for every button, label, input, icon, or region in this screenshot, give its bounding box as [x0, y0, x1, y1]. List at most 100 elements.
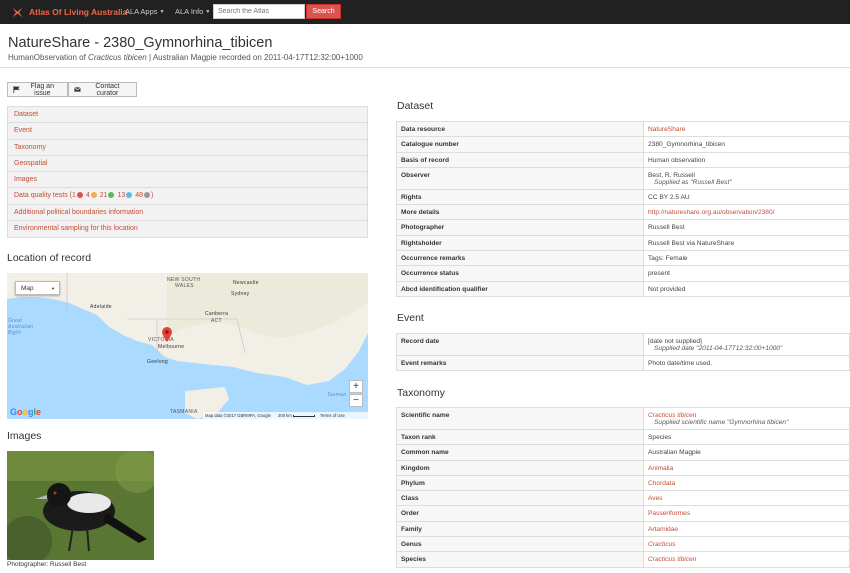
zoom-in-button[interactable]: + — [349, 380, 363, 393]
row-value: Tags: Female — [643, 250, 850, 267]
zoom-out-button[interactable]: − — [349, 394, 363, 407]
row-value: Photo date/time used. — [643, 354, 850, 372]
row-label: Photographer — [396, 219, 644, 236]
caret-down-icon: ▼ — [205, 9, 211, 16]
brand-name: Atlas Of Living Australia — [29, 7, 128, 17]
table-row: Basis of record Human observation — [396, 151, 850, 168]
row-label: Phylum — [396, 474, 644, 492]
row-value: Russell Best via NatureShare — [643, 234, 850, 252]
google-logo: Google — [10, 407, 42, 417]
taxonomy-heading: Taxonomy — [397, 387, 445, 399]
map-terms-link[interactable]: Terms of Use — [320, 413, 345, 418]
nav-taxonomy[interactable]: Taxonomy — [8, 140, 367, 156]
kingdom-link[interactable]: Animalia — [648, 465, 673, 472]
order-link[interactable]: Passeriformes — [648, 510, 690, 517]
row-label: Data resource — [396, 120, 644, 138]
dq-warning-count: 4 — [85, 192, 90, 200]
map-attribution: Map data ©2017 GBRMPA, Google 200 km Ter… — [203, 412, 368, 419]
map-label-newcastle: Newcastle — [233, 280, 259, 286]
table-row: Kingdom Animalia — [396, 459, 850, 476]
table-row: Rightsholder Russell Best via NatureShare — [396, 234, 850, 252]
phylum-link[interactable]: Chordata — [648, 480, 675, 487]
row-label: Rights — [396, 188, 644, 206]
row-label: Observer — [396, 166, 644, 190]
row-value: [date not supplied] — [648, 338, 702, 345]
map-label-wales: WALES — [175, 283, 194, 289]
dq-pass-count: 21 — [99, 192, 108, 200]
genus-link[interactable]: Cracticus — [648, 541, 675, 548]
map-label-tasman: Tasman — [327, 392, 347, 398]
table-row: Record date [date not supplied] Supplied d… — [396, 333, 850, 356]
nav-environmental-sampling[interactable]: Environmental sampling for this location — [8, 221, 367, 237]
subtitle-species: Cracticus tibicen — [88, 53, 147, 62]
nav-data-quality[interactable]: Data quality tests (1 4 21 13 48) — [8, 188, 367, 205]
nav-images[interactable]: Images — [8, 172, 367, 189]
ala-info-label: ALA Info — [175, 7, 204, 16]
table-row: Occurrence remarks Tags: Female — [396, 250, 850, 267]
map-scale: 200 km — [278, 413, 292, 418]
row-value: 2380_Gymnorhina_tibicen — [643, 136, 850, 153]
species-link[interactable]: Cracticus tibicen — [648, 556, 696, 563]
row-value: Human observation — [643, 151, 850, 168]
row-label: Order — [396, 505, 644, 522]
row-value: Australian Magpie — [643, 444, 850, 461]
top-navbar: Atlas Of Living Australia ALA Apps ▼ ALA … — [0, 0, 850, 24]
row-label: Scientific name — [396, 407, 644, 430]
map-label-sydney: Sydney — [231, 291, 250, 297]
map-type-select[interactable]: Map ▼ — [15, 281, 60, 295]
nav-dataset[interactable]: Dataset — [8, 107, 367, 124]
table-row: Common name Australian Magpie — [396, 444, 850, 461]
section-nav: Dataset Event Taxonomy Geospatial Images… — [7, 106, 368, 239]
map-label-melbourne: Melbourne — [158, 344, 185, 350]
table-row: Taxon rank Species — [396, 428, 850, 446]
table-row: Scientific name Cracticus tibicen Supplied… — [396, 407, 850, 430]
dq-fail-count: 1 — [71, 192, 76, 200]
search-button[interactable]: Search — [306, 4, 341, 19]
dq-warning-icon — [90, 192, 97, 199]
table-row: Observer Best, R. Russell Supplied as "Rus… — [396, 166, 850, 190]
search-input[interactable] — [213, 4, 305, 19]
caret-down-icon: ▼ — [51, 286, 55, 291]
dq-fail-icon — [76, 192, 83, 199]
row-label: Rightsholder — [396, 234, 644, 252]
dataset-heading: Dataset — [397, 100, 434, 112]
scientific-name-link[interactable]: Cracticus tibicen — [648, 412, 696, 419]
dq-close: ) — [150, 192, 154, 200]
table-row: Occurrence status present — [396, 265, 850, 282]
table-row: Data resource NatureShare — [396, 120, 850, 138]
location-marker-icon[interactable] — [162, 327, 172, 342]
flag-issue-button[interactable]: Flag an issue — [7, 82, 68, 97]
brand-logo-link[interactable]: Atlas Of Living Australia — [11, 4, 127, 20]
event-heading: Event — [397, 312, 424, 324]
scale-bar — [292, 414, 315, 417]
data-resource-link[interactable]: NatureShare — [648, 126, 685, 133]
row-label: Family — [396, 520, 644, 538]
dq-missing-count: 13 — [117, 192, 126, 200]
more-details-link[interactable]: http://natureshare.org.au/observation/23… — [648, 209, 774, 216]
images-heading: Images — [7, 430, 42, 442]
map-label-tasmania: TASMANIA — [170, 409, 198, 415]
row-value: present — [643, 265, 850, 282]
contact-curator-button[interactable]: Contact curator — [68, 82, 137, 97]
family-link[interactable]: Artamidae — [648, 526, 678, 533]
map-land — [7, 273, 368, 419]
location-map[interactable]: Map ▼ NEW SOUTH WALES Newcastle Sydney Ad… — [7, 273, 368, 419]
ala-apps-menu[interactable]: ALA Apps ▼ — [125, 7, 164, 16]
nav-political-boundaries[interactable]: Additional political boundaries informat… — [8, 205, 367, 222]
subtitle-prefix: HumanObservation of — [8, 53, 89, 62]
nav-geospatial[interactable]: Geospatial — [8, 156, 367, 173]
ala-logo-icon — [12, 7, 23, 17]
subtitle-suffix: | Australian Magpie recorded on 2011-04-… — [146, 53, 363, 62]
row-label: Record date — [396, 333, 644, 356]
row-value: Not provided — [643, 280, 850, 297]
contact-curator-label: Contact curator — [95, 82, 120, 97]
ala-info-menu[interactable]: ALA Info ▼ — [175, 7, 210, 16]
map-label-canberra: Canberra — [205, 311, 229, 317]
row-label: Occurrence status — [396, 265, 644, 282]
row-supplied-value: Supplied date "2011-04-17T12:32:00+1000" — [654, 345, 783, 352]
record-photo[interactable] — [7, 451, 154, 560]
class-link[interactable]: Aves — [648, 495, 663, 502]
dq-missing-icon — [126, 192, 133, 199]
nav-event[interactable]: Event — [8, 123, 367, 140]
row-value: Best, R. Russell — [648, 171, 695, 179]
